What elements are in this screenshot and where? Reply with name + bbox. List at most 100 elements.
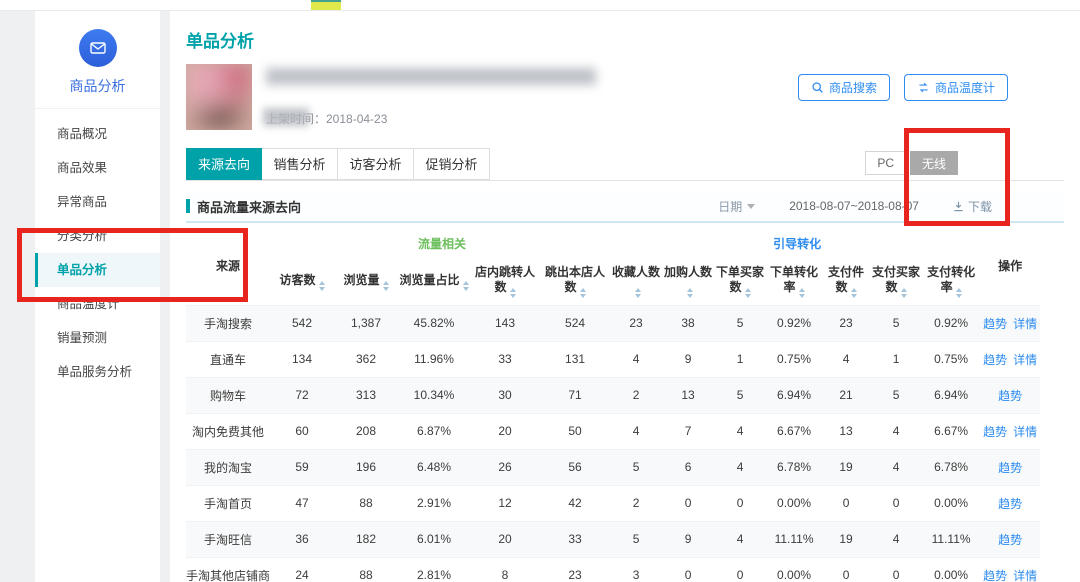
cell-value: 33: [540, 521, 610, 557]
cell-value: 88: [334, 485, 398, 521]
cell-value: 60: [270, 413, 334, 449]
table-row: 手淘搜索5421,38745.82%143524233850.92%2350.9…: [186, 305, 1040, 341]
device-toggle-pc[interactable]: PC: [865, 151, 906, 175]
table-row: 手淘首页47882.91%12422000.00%000.00%趋势: [186, 485, 1040, 521]
sort-icon[interactable]: [745, 288, 751, 298]
cell-value: 2: [610, 485, 662, 521]
cell-value: 5: [870, 305, 922, 341]
col-header-10[interactable]: 支付件数: [822, 259, 870, 305]
col-header-4[interactable]: 店内跳转人数: [470, 259, 540, 305]
sidebar-item-7[interactable]: 销量预测: [35, 321, 160, 355]
sort-icon[interactable]: [851, 288, 857, 298]
envelope-icon: [88, 38, 108, 58]
date-range: 2018-08-07~2018-08-07: [789, 199, 919, 213]
sidebar: 商品分析 商品概况商品效果异常商品分类分析单品分析商品温度计销量预测单品服务分析: [35, 11, 160, 582]
section-marker: [186, 199, 190, 213]
sidebar-item-3[interactable]: 异常商品: [35, 185, 160, 219]
header-buttons: 商品搜索 商品温度计: [798, 74, 1008, 101]
col-header-9[interactable]: 下单转化率: [766, 259, 822, 305]
col-header-8[interactable]: 下单买家数: [714, 259, 766, 305]
tab-2[interactable]: 销售分析: [262, 148, 338, 180]
trend-link[interactable]: 趋势: [998, 533, 1022, 547]
cell-source: 淘内免费其他: [186, 413, 270, 449]
sidebar-item-6[interactable]: 商品温度计: [35, 287, 160, 321]
trend-link[interactable]: 趋势: [983, 317, 1007, 331]
cell-value: 0.75%: [766, 341, 822, 377]
date-filter-label: 日期: [718, 198, 742, 215]
sort-icon[interactable]: [687, 288, 693, 298]
sidebar-item-2[interactable]: 商品效果: [35, 151, 160, 185]
cell-value: 4: [714, 413, 766, 449]
cell-actions: 趋势: [980, 485, 1040, 521]
col-header-12[interactable]: 支付转化率: [922, 259, 980, 305]
page-title: 单品分析: [186, 27, 1064, 52]
col-header-7[interactable]: 加购人数: [662, 259, 714, 305]
trend-link[interactable]: 趋势: [998, 389, 1022, 403]
trend-link[interactable]: 趋势: [983, 569, 1007, 582]
tab-3[interactable]: 访客分析: [338, 148, 414, 180]
cell-value: 6.87%: [398, 413, 470, 449]
detail-link[interactable]: 详情: [1013, 569, 1037, 582]
col-header-1[interactable]: 访客数: [270, 259, 334, 305]
sort-icon[interactable]: [383, 281, 389, 291]
cell-value: 0.00%: [922, 557, 980, 582]
launch-date-row: 上架时间：2018-04-23: [266, 110, 387, 127]
cell-value: 10.34%: [398, 377, 470, 413]
col-header-6[interactable]: 收藏人数: [610, 259, 662, 305]
cell-value: 9: [662, 521, 714, 557]
cell-source: 手淘其他店铺商品: [186, 557, 270, 582]
device-toggle-wireless[interactable]: 无线: [910, 151, 958, 175]
cell-value: 0.00%: [766, 485, 822, 521]
sidebar-item-1[interactable]: 商品概况: [35, 117, 160, 151]
col-header-3[interactable]: 浏览量占比: [398, 259, 470, 305]
cell-source: 手淘搜索: [186, 305, 270, 341]
trend-link[interactable]: 趋势: [983, 425, 1007, 439]
cell-value: 11.11%: [922, 521, 980, 557]
cell-value: 47: [270, 485, 334, 521]
sort-icon[interactable]: [463, 281, 469, 291]
tab-1[interactable]: 来源去向: [186, 148, 262, 180]
cell-value: 0: [822, 557, 870, 582]
exchange-arrows-icon: [917, 81, 930, 94]
cell-value: 5: [714, 305, 766, 341]
col-header-11[interactable]: 支付买家数: [870, 259, 922, 305]
sidebar-item-8[interactable]: 单品服务分析: [35, 355, 160, 389]
cell-actions: 趋势: [980, 377, 1040, 413]
cell-value: 11.96%: [398, 341, 470, 377]
sort-icon[interactable]: [510, 288, 516, 298]
cell-value: 6.67%: [922, 413, 980, 449]
cell-value: 50: [540, 413, 610, 449]
col-header-2[interactable]: 浏览量: [334, 259, 398, 305]
cell-value: 6.78%: [922, 449, 980, 485]
trend-link[interactable]: 趋势: [998, 497, 1022, 511]
sort-icon[interactable]: [319, 281, 325, 291]
cell-value: 0.00%: [766, 557, 822, 582]
download-button[interactable]: 下载: [953, 198, 992, 215]
sort-icon[interactable]: [635, 288, 641, 298]
detail-link[interactable]: 详情: [1013, 425, 1037, 439]
detail-link[interactable]: 详情: [1013, 353, 1037, 367]
tab-4[interactable]: 促销分析: [414, 148, 490, 180]
product-thermometer-button[interactable]: 商品温度计: [904, 74, 1008, 101]
sort-icon[interactable]: [956, 288, 962, 298]
cell-value: 4: [714, 449, 766, 485]
cell-value: 5: [714, 377, 766, 413]
sort-icon[interactable]: [901, 288, 907, 298]
cell-value: 0.00%: [922, 485, 980, 521]
cell-source: 直通车: [186, 341, 270, 377]
cell-actions: 趋势详情: [980, 341, 1040, 377]
col-header-5[interactable]: 跳出本店人数: [540, 259, 610, 305]
sidebar-item-4[interactable]: 分类分析: [35, 219, 160, 253]
cell-value: 71: [540, 377, 610, 413]
trend-link[interactable]: 趋势: [998, 461, 1022, 475]
date-filter-dropdown[interactable]: 日期: [718, 198, 755, 215]
product-search-label: 商品搜索: [829, 79, 877, 96]
cell-value: 88: [334, 557, 398, 582]
sidebar-item-5[interactable]: 单品分析: [35, 253, 160, 287]
sort-icon[interactable]: [799, 288, 805, 298]
product-search-button[interactable]: 商品搜索: [798, 74, 890, 101]
tab-row: 来源去向销售分析访客分析促销分析 PC无线: [186, 148, 1064, 181]
detail-link[interactable]: 详情: [1013, 317, 1037, 331]
trend-link[interactable]: 趋势: [983, 353, 1007, 367]
sort-icon[interactable]: [580, 288, 586, 298]
